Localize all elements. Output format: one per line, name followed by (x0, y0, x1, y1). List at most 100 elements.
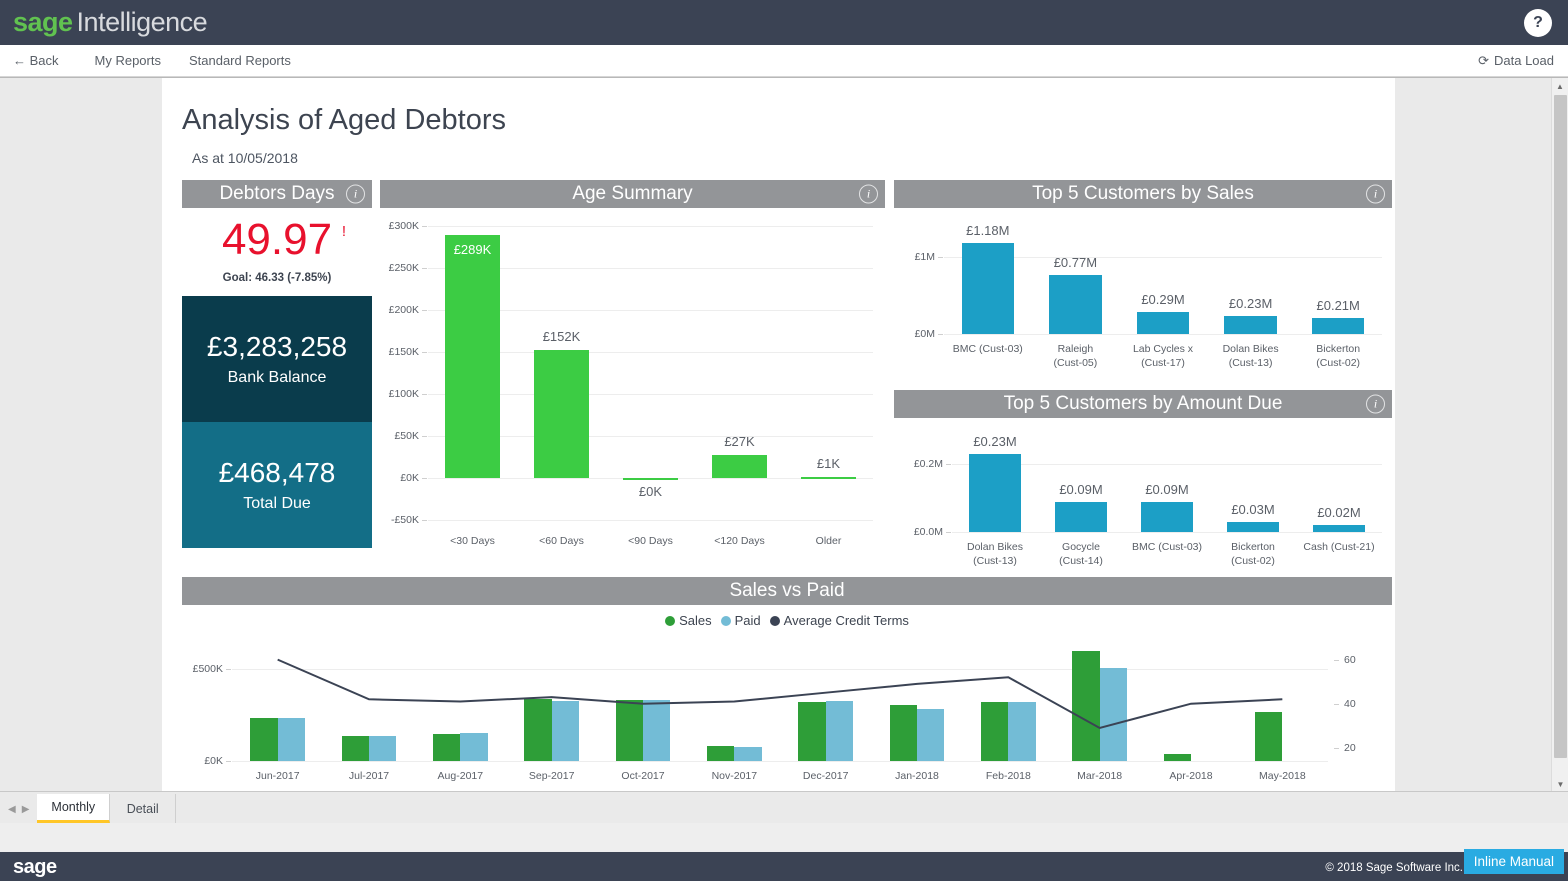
x-axis-label: BMC (Cust-03) (952, 343, 1023, 355)
y-axis-tick (938, 334, 943, 335)
inline-manual-button[interactable]: Inline Manual (1463, 849, 1564, 874)
tab-monthly[interactable]: Monthly (37, 794, 111, 823)
tile-total-due: £468,478 Total Due (182, 422, 372, 548)
tab-prev-icon[interactable]: ◀ (8, 804, 16, 815)
info-icon[interactable]: i (1366, 184, 1385, 204)
info-icon[interactable]: i (346, 184, 365, 204)
sales-vs-paid-legend: Sales Paid Average Credit Terms (182, 613, 1392, 628)
top-sales-header: Top 5 Customers by Sales i (894, 180, 1392, 208)
x-axis-label: <120 Days (714, 535, 765, 547)
x-axis-label: Raleigh (Cust-05) (1053, 343, 1098, 370)
nav-standard-reports[interactable]: Standard Reports (175, 53, 305, 68)
y-axis-label: £150K (388, 346, 419, 358)
y-axis-tick (422, 394, 427, 395)
info-icon[interactable]: i (859, 184, 878, 204)
age-summary-header: Age Summary i (380, 180, 885, 208)
data-load-button[interactable]: ⟳ Data Load (1478, 53, 1554, 69)
bar (551, 700, 580, 761)
scroll-up-arrow[interactable]: ▲ (1552, 78, 1568, 94)
bar (1254, 711, 1283, 761)
y-axis-label-right: 20 (1344, 741, 1356, 754)
nav-my-reports[interactable]: My Reports (81, 53, 175, 68)
help-icon[interactable]: ? (1524, 8, 1552, 37)
legend-label: Average Credit Terms (783, 613, 909, 628)
sage-intelligence-logo: sage Intelligence (13, 7, 208, 38)
sales-vs-paid-title: Sales vs Paid (729, 580, 845, 601)
report-canvas: Analysis of Aged Debtors As at 10/05/201… (162, 78, 1395, 791)
y-axis-tick (422, 352, 427, 353)
scroll-down-arrow[interactable]: ▼ (1552, 776, 1568, 791)
y-axis-tick (422, 478, 427, 479)
bar-value-label: £0.23M (1228, 296, 1273, 312)
top-sales-title: Top 5 Customers by Sales (1032, 183, 1254, 204)
bar (1311, 317, 1365, 334)
panel-debtors-days: Debtors Days i 49.97 ! Goal: 46.33 (-7.8… (182, 180, 372, 548)
top-due-title: Top 5 Customers by Amount Due (1003, 393, 1283, 414)
footer-bar: sage © 2018 Sage Software Inc. Inline Ma… (0, 849, 1568, 881)
x-axis-label: Apr-2018 (1169, 770, 1213, 782)
y-axis-tick (226, 761, 231, 762)
bar (1227, 521, 1279, 532)
y-axis-tick (422, 226, 427, 227)
y-axis-tick (226, 669, 231, 671)
bar (1313, 525, 1365, 532)
debtors-days-value: 49.97 (221, 215, 333, 264)
bar (1099, 667, 1128, 761)
bar-value-label: £0.03M (1231, 501, 1275, 517)
x-axis-label: Older (815, 535, 842, 547)
x-axis-label: Nov-2017 (711, 770, 758, 782)
bar-value-label: £1.18M (966, 223, 1010, 239)
age-summary-title: Age Summary (572, 183, 693, 204)
x-axis-label: <30 Days (450, 535, 495, 547)
top-due-header: Top 5 Customers by Amount Due i (894, 390, 1392, 418)
panel-top-customers-due: Top 5 Customers by Amount Due i £0.2M £0.… (894, 390, 1392, 576)
alert-icon: ! (341, 223, 347, 240)
bar (800, 477, 857, 480)
x-axis-label: Gocycle (Cust-14) (1059, 541, 1103, 568)
y-axis-tick (422, 520, 427, 521)
gridline (428, 226, 873, 227)
bar (711, 455, 768, 478)
y-axis-label: £200K (388, 304, 419, 316)
logo-sage-text: sage (13, 7, 73, 37)
tab-next-icon[interactable]: ▶ (22, 804, 30, 815)
x-axis-label: Jun-2017 (255, 770, 300, 782)
bar (622, 478, 679, 480)
brand-bar: sage Intelligence ? (0, 0, 1568, 45)
bar (643, 700, 671, 761)
bar-value-label: £1K (816, 456, 841, 472)
bar (432, 733, 461, 761)
gridline (232, 669, 1328, 671)
bar (1136, 311, 1190, 334)
y-axis-label: £50K (394, 430, 419, 442)
x-axis-label: Jan-2018 (895, 770, 939, 782)
bar (1008, 702, 1036, 761)
back-button[interactable]: ← Back (0, 53, 81, 68)
y-axis-tick (946, 532, 951, 533)
x-axis-label: Dec-2017 (802, 770, 849, 782)
legend-item: Average Credit Terms (769, 613, 909, 628)
y-axis-tick (422, 268, 427, 269)
info-icon[interactable]: i (1366, 394, 1385, 414)
top-due-chart: £0.2M £0.0M £0.23M Dolan Bikes (Cust-13) £0.0… (894, 418, 1392, 576)
bar (706, 746, 735, 761)
sales-vs-paid-header: Sales vs Paid (182, 577, 1392, 605)
data-load-label: Data Load (1494, 53, 1554, 68)
tab-bar-under-strip (0, 823, 1568, 852)
legend-item: Paid (720, 613, 761, 628)
total-due-caption: Total Due (243, 495, 311, 512)
bar-value-label: £152K (542, 329, 581, 345)
bar (1049, 274, 1102, 334)
x-axis-label: Dolan Bikes (Cust-13) (966, 541, 1024, 568)
bar-value-label: £0.23M (973, 434, 1017, 450)
y-axis-label: £0K (400, 472, 419, 484)
scrollbar-thumb[interactable] (1554, 95, 1567, 758)
y-axis-label: £0.2M (913, 458, 943, 471)
debtors-days-title: Debtors Days (219, 183, 335, 204)
y-axis-label: £0M (914, 328, 935, 340)
y-axis-tick (422, 310, 427, 311)
y-axis-tick-right (1334, 703, 1339, 705)
bar (969, 454, 1021, 532)
tab-detail[interactable]: Detail (110, 794, 177, 823)
vertical-scrollbar[interactable]: ▲ ▼ (1551, 78, 1568, 791)
